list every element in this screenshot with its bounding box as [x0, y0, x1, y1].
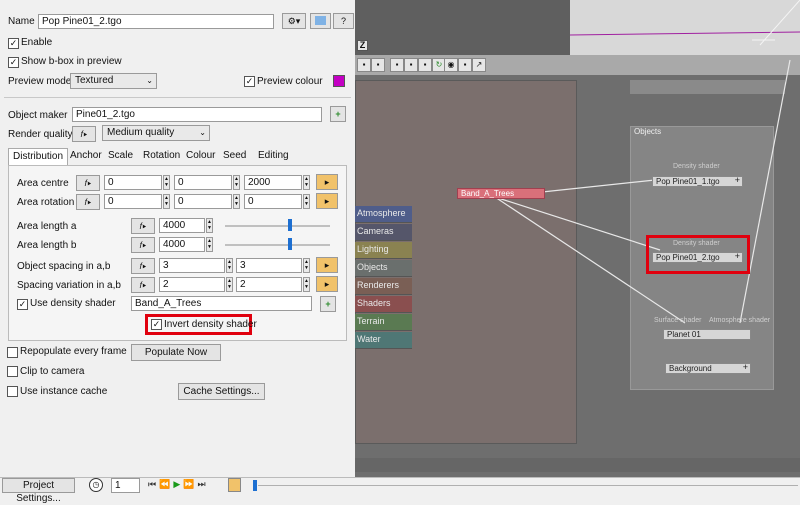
background-label: Background	[669, 364, 712, 373]
plus-icon[interactable]: +	[743, 363, 748, 372]
network-scrollbar[interactable]	[355, 458, 800, 472]
frame-field[interactable]: 1	[111, 478, 140, 493]
background-node[interactable]: Background +	[665, 363, 751, 374]
clock-icon[interactable]: ◷	[89, 478, 103, 492]
pop1-label: Pop Pine01_1.tgo	[656, 177, 720, 186]
play-icon[interactable]: ▶	[173, 479, 183, 489]
planet-caption-atmosphere: Atmosphere shader	[709, 317, 771, 324]
plus-icon[interactable]: +	[735, 252, 740, 261]
pop2-caption: Density shader	[673, 240, 720, 247]
keyframe-icon[interactable]	[228, 478, 241, 492]
planet-caption-surface: Surface shader	[654, 317, 702, 324]
project-settings-button[interactable]: Project Settings...	[2, 478, 75, 504]
plus-icon[interactable]: +	[735, 176, 740, 185]
playback-controls[interactable]: ⏮⏪▶⏩⏭	[148, 479, 218, 492]
pop1-node[interactable]: Pop Pine01_1.tgo +	[652, 176, 743, 187]
pop2-node[interactable]: Pop Pine01_2.tgo +	[652, 252, 743, 263]
band-node[interactable]: Band_A_Trees	[457, 188, 545, 199]
timeline-track[interactable]	[258, 485, 798, 486]
pop1-caption: Density shader	[673, 163, 720, 170]
pop2-label: Pop Pine01_2.tgo	[656, 253, 720, 262]
timeline-handle[interactable]	[253, 480, 257, 491]
planet-node[interactable]: Planet 01	[663, 329, 751, 340]
